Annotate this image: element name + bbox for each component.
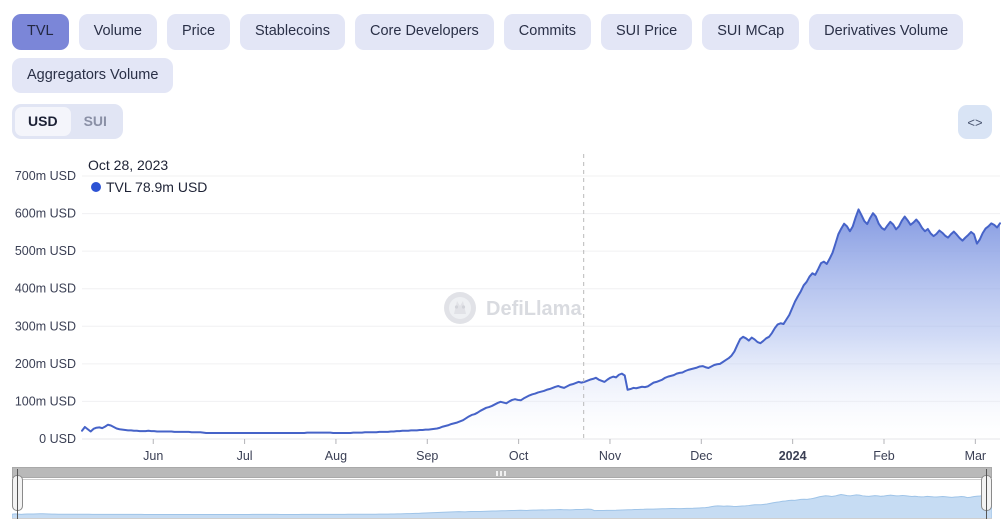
chart-canvas: 700m USD 600m USD 500m USD 400m USD 300m USD… [0, 150, 1004, 470]
y-axis-labels: 700m USD 600m USD 500m USD 400m USD 300m USD… [15, 169, 76, 446]
code-brackets-icon[interactable]: <> [958, 105, 992, 139]
metric-tab-volume[interactable]: Volume [79, 14, 157, 50]
metric-tab-commits[interactable]: Commits [504, 14, 591, 50]
metric-tab-price[interactable]: Price [167, 14, 230, 50]
x-axis-label: Oct [509, 449, 529, 463]
defillama-watermark: DefiLlama [444, 292, 582, 324]
x-axis-label: Jul [237, 449, 253, 463]
metric-tab-aggregators-volume[interactable]: Aggregators Volume [12, 58, 173, 94]
area-fill [82, 209, 1000, 439]
metric-tab-tvl[interactable]: TVL [12, 14, 69, 50]
y-axis-label: 300m USD [15, 319, 76, 333]
x-axis-label: Mar [965, 449, 987, 463]
tooltip-date: Oct 28, 2023 [88, 157, 168, 173]
metric-tab-derivatives-volume[interactable]: Derivatives Volume [809, 14, 963, 50]
y-axis-label: 500m USD [15, 244, 76, 258]
x-axis-label: Nov [599, 449, 622, 463]
watermark-label: DefiLlama [486, 298, 582, 320]
datazoom-preview-area [12, 495, 992, 519]
denomination-toggle[interactable]: USD SUI [12, 104, 123, 139]
tooltip-series-value: TVL 78.9m USD [106, 179, 207, 195]
metric-tabs: TVL Volume Price Stablecoins Core Developers… [0, 0, 1004, 93]
y-axis-label: 100m USD [15, 394, 76, 408]
y-axis-label: 0 USD [39, 432, 76, 446]
datazoom-grip[interactable] [496, 471, 508, 476]
metric-tab-sui-mcap[interactable]: SUI MCap [702, 14, 799, 50]
x-axis-label: Aug [325, 449, 347, 463]
y-axis-label: 200m USD [15, 357, 76, 371]
x-axis-label: Dec [690, 449, 712, 463]
metric-tab-stablecoins[interactable]: Stablecoins [240, 14, 345, 50]
chart-datazoom[interactable] [12, 467, 992, 519]
datazoom-handle-left[interactable] [12, 475, 23, 511]
tooltip-series-marker [91, 182, 101, 192]
x-axis-labels: Jun Jul Aug Sep Oct Nov Dec 2024 Feb Mar [143, 449, 986, 463]
datazoom-slider-bar[interactable] [12, 467, 992, 478]
datazoom-preview-chart [12, 480, 992, 519]
denomination-option-sui[interactable]: SUI [71, 107, 120, 136]
chart-controls-row: USD SUI <> [12, 104, 992, 144]
datazoom-preview-track[interactable] [12, 479, 992, 519]
tvl-area-chart[interactable]: 700m USD 600m USD 500m USD 400m USD 300m USD… [0, 150, 1004, 470]
metric-tab-sui-price[interactable]: SUI Price [601, 14, 692, 50]
x-axis-label: Sep [416, 449, 438, 463]
metric-tab-core-developers[interactable]: Core Developers [355, 14, 494, 50]
datazoom-handle-right[interactable] [981, 475, 992, 511]
y-axis-label: 700m USD [15, 169, 76, 183]
y-axis-label: 400m USD [15, 282, 76, 296]
x-axis-label: Feb [873, 449, 895, 463]
x-axis-label: Jun [143, 449, 163, 463]
x-axis-label: 2024 [779, 449, 807, 463]
x-axis-ticks [153, 439, 975, 444]
denomination-option-usd[interactable]: USD [15, 107, 71, 136]
y-axis-label: 600m USD [15, 207, 76, 221]
